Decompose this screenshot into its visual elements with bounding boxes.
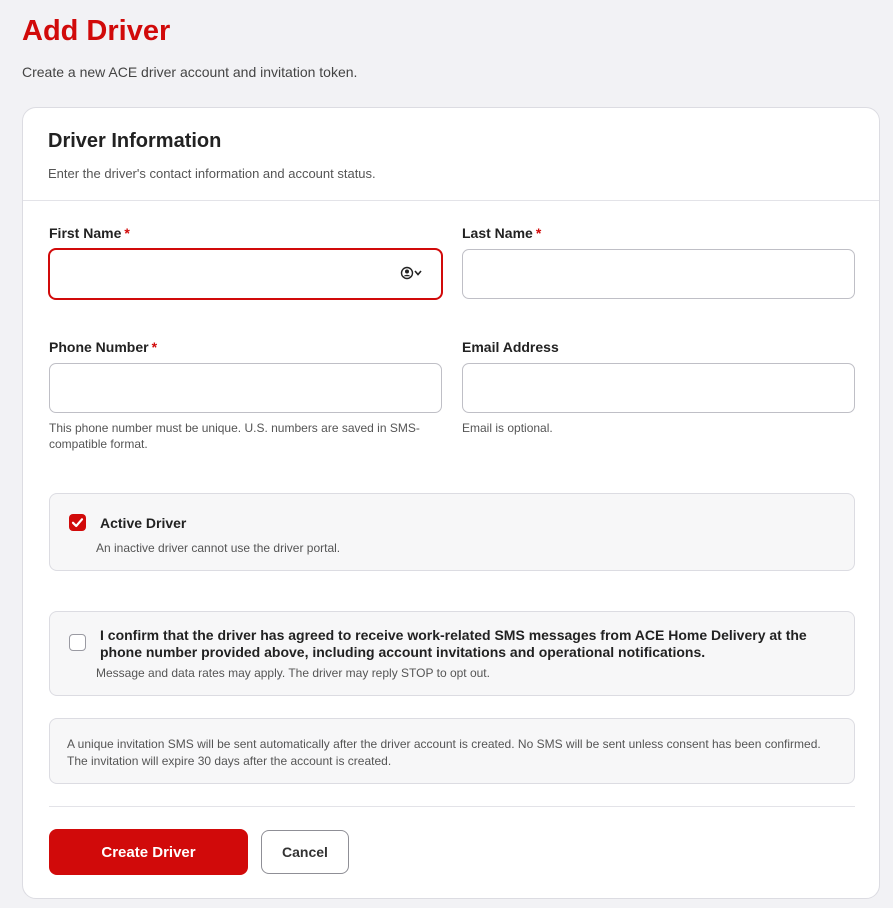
active-driver-label[interactable]: Active Driver — [100, 515, 186, 531]
invitation-notice: A unique invitation SMS will be sent aut… — [49, 718, 855, 784]
checkmark-icon — [71, 518, 84, 528]
driver-form-card: Driver Information Enter the driver's co… — [22, 107, 880, 899]
page-title: Add Driver — [22, 15, 171, 47]
sms-consent-description: Message and data rates may apply. The dr… — [96, 666, 490, 680]
phone-number-label: Phone Number * — [49, 339, 158, 355]
sms-consent-label[interactable]: I confirm that the driver has agreed to … — [100, 627, 830, 661]
contact-autofill-icon[interactable] — [400, 266, 424, 280]
phone-number-input[interactable] — [49, 363, 442, 413]
create-driver-button[interactable]: Create Driver — [49, 829, 248, 875]
sms-consent-panel: I confirm that the driver has agreed to … — [49, 611, 855, 696]
required-marker: * — [151, 339, 158, 355]
last-name-input[interactable] — [462, 249, 855, 299]
last-name-label: Last Name * — [462, 225, 542, 241]
active-driver-checkbox[interactable] — [69, 514, 86, 531]
actions-divider — [49, 806, 855, 807]
card-header: Driver Information Enter the driver's co… — [23, 108, 879, 201]
phone-helper-text: This phone number must be unique. U.S. n… — [49, 421, 420, 451]
email-helper-text: Email is optional. — [462, 421, 553, 435]
required-marker: * — [124, 225, 130, 241]
active-driver-description: An inactive driver cannot use the driver… — [96, 541, 341, 555]
cancel-button[interactable]: Cancel — [261, 830, 349, 874]
first-name-input[interactable] — [49, 249, 442, 299]
email-address-label: Email Address — [462, 339, 559, 355]
email-address-input[interactable] — [462, 363, 855, 413]
card-title: Driver Information — [48, 130, 222, 152]
invitation-notice-text: A unique invitation SMS will be sent aut… — [67, 737, 821, 768]
required-marker: * — [535, 225, 542, 241]
card-description: Enter the driver's contact information a… — [48, 166, 376, 181]
page-subtitle: Create a new ACE driver account and invi… — [22, 64, 358, 80]
active-driver-panel: Active Driver An inactive driver cannot … — [49, 493, 855, 571]
first-name-label: First Name * — [49, 225, 130, 241]
sms-consent-checkbox[interactable] — [69, 634, 86, 651]
